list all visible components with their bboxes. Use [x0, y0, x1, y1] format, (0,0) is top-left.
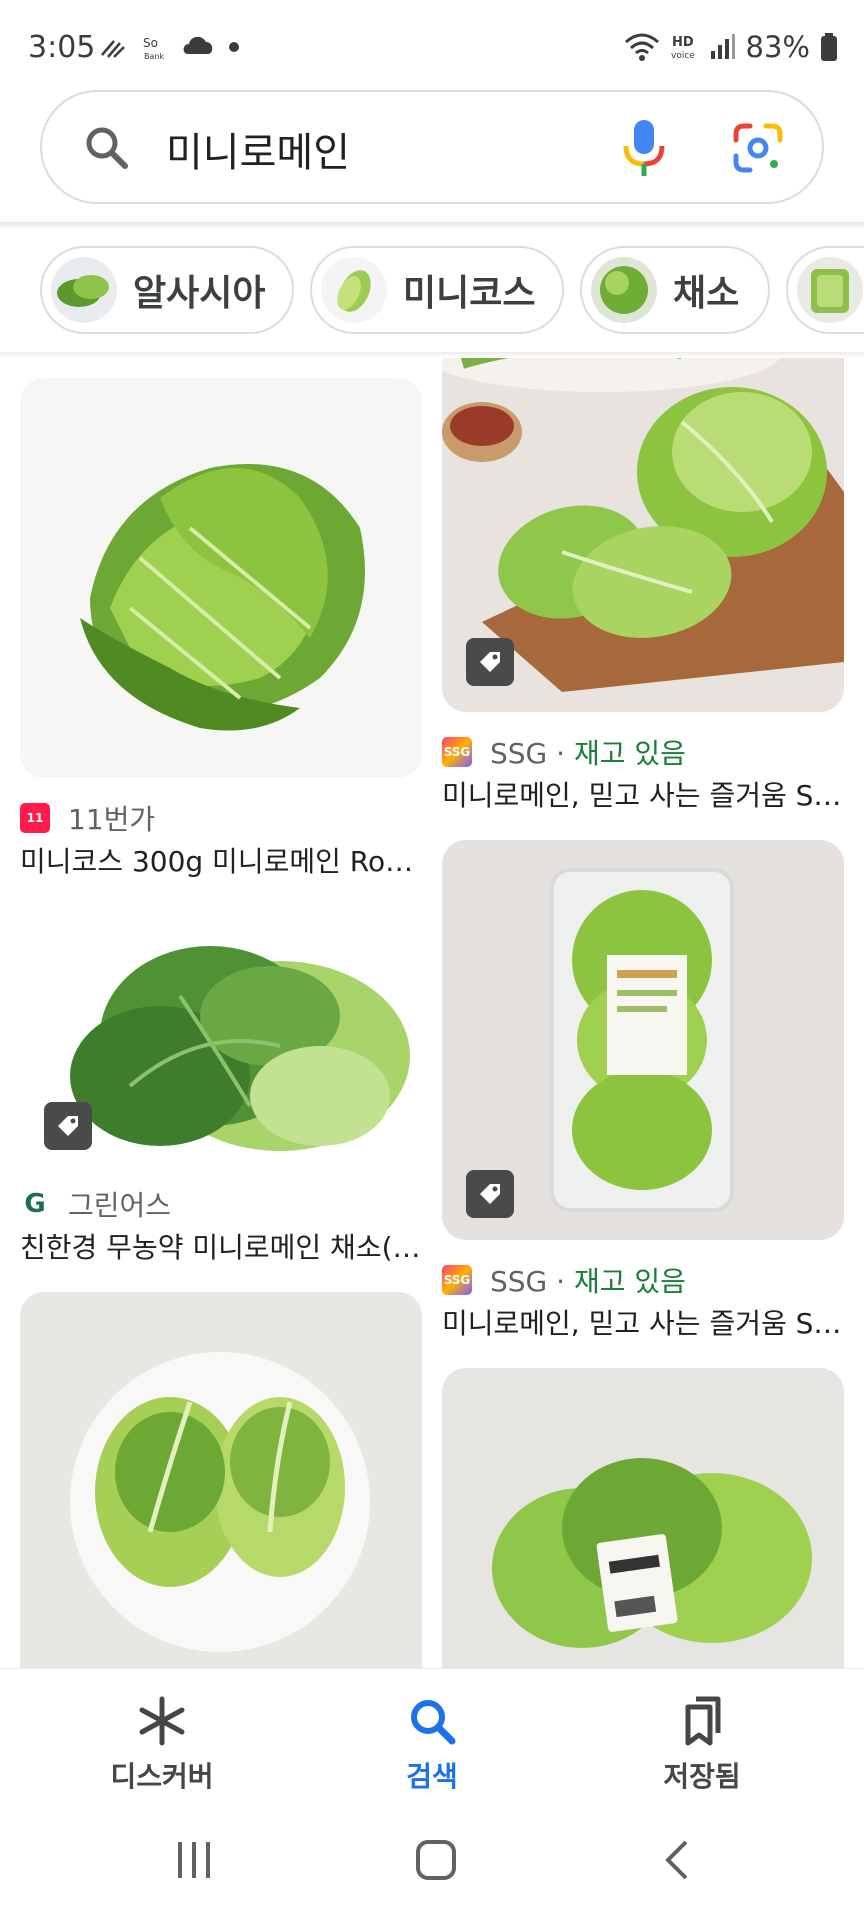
- chip-minicos[interactable]: 미니코스: [310, 246, 564, 334]
- result-source-label: SSG · 재고 있음: [490, 1260, 686, 1300]
- system-navigation-bar: [0, 1800, 864, 1920]
- chip-more[interactable]: [786, 246, 864, 334]
- result-source-label: SSG · 재고 있음: [490, 732, 686, 772]
- result-title[interactable]: 미니코스 300g 미니로메인 Ro…: [20, 840, 422, 880]
- chip-thumbnail: [321, 257, 387, 323]
- result-image-minicos[interactable]: [20, 378, 422, 778]
- separator: ·: [556, 737, 566, 770]
- ssg-logo-icon: SSG: [442, 737, 472, 767]
- dot-icon: [229, 42, 239, 52]
- status-icons-right: HD voice 83%: [624, 30, 838, 64]
- header-divider: [0, 222, 864, 228]
- google-lens-icon[interactable]: [732, 122, 784, 174]
- cell-signal-icon: [710, 34, 735, 59]
- result-source-name: 그린어스: [68, 1189, 172, 1222]
- status-bar: 3:05 So Bank HD voice 83%: [0, 0, 864, 88]
- eleven-street-logo-icon: 11: [20, 803, 50, 833]
- result-source-name: SSG: [490, 1265, 548, 1298]
- chip-vegetable[interactable]: 채소: [580, 246, 770, 334]
- nav-saved[interactable]: 저장됨: [612, 1693, 792, 1795]
- chip-thumbnail: [51, 257, 117, 323]
- home-icon[interactable]: [414, 1838, 458, 1882]
- related-chips: 알사시아 미니코스 채소: [0, 246, 864, 338]
- result-image-ssg-board[interactable]: [442, 358, 844, 712]
- stock-status: 재고 있음: [573, 737, 686, 770]
- nav-label: 디스커버: [110, 1760, 214, 1793]
- nav-label: 저장됨: [663, 1760, 741, 1793]
- chip-alsasia[interactable]: 알사시아: [40, 246, 294, 334]
- microphone-icon[interactable]: [622, 118, 666, 178]
- stock-status: 재고 있음: [573, 1265, 686, 1298]
- result-title[interactable]: 친한경 무농약 미니로메인 채소(…: [20, 1226, 422, 1266]
- chip-label: 미니코스: [403, 273, 536, 314]
- chip-thumbnail: [797, 257, 863, 323]
- greenus-logo-icon: G: [20, 1189, 50, 1219]
- status-time: 3:05: [28, 30, 96, 65]
- nav-discover[interactable]: 디스커버: [72, 1693, 252, 1795]
- result-image-bag[interactable]: [442, 1368, 844, 1668]
- hd-voice-icon: HDvoice: [671, 35, 695, 61]
- search-icon: [411, 1700, 456, 1745]
- soft-bank-icon: So Bank: [143, 36, 164, 61]
- saved-bookmarks-icon: [685, 1696, 721, 1746]
- battery-percent: 83%: [745, 30, 810, 64]
- result-source-name: 11번가: [68, 803, 156, 836]
- signal-wave-icon: [101, 40, 125, 58]
- wifi-icon: [624, 33, 659, 61]
- search-input[interactable]: 미니로메인: [166, 120, 350, 178]
- bottom-navigation: 디스커버 검색 저장됨: [0, 1668, 864, 1800]
- recent-apps-icon[interactable]: [172, 1838, 216, 1882]
- shopping-tag-icon[interactable]: [44, 1102, 92, 1150]
- image-results-grid: 11 11번가 미니코스 300g 미니로메인 Ro… G 그린어스 친한경 무…: [0, 358, 864, 1668]
- nav-search[interactable]: 검색: [342, 1693, 522, 1795]
- result-title[interactable]: 미니로메인, 믿고 사는 즐거움 S…: [442, 774, 844, 814]
- battery-icon: [821, 33, 837, 61]
- back-icon[interactable]: [656, 1838, 700, 1882]
- chip-label: 채소: [673, 273, 740, 314]
- result-image-plate[interactable]: [20, 1292, 422, 1668]
- shopping-tag-icon[interactable]: [466, 638, 514, 686]
- svg-text:So: So: [143, 36, 158, 50]
- search-icon[interactable]: [82, 123, 130, 171]
- result-image-greenus[interactable]: [20, 906, 422, 1164]
- svg-text:HD: HD: [672, 35, 694, 50]
- chip-label: 알사시아: [133, 273, 266, 314]
- shopping-tag-icon[interactable]: [466, 1170, 514, 1218]
- result-source[interactable]: G 그린어스: [20, 1184, 171, 1224]
- separator: ·: [556, 1265, 566, 1298]
- status-icons-left: So Bank: [100, 32, 240, 62]
- ssg-logo-icon: SSG: [442, 1265, 472, 1295]
- result-title[interactable]: 미니로메인, 믿고 사는 즐거움 S…: [442, 1302, 844, 1342]
- result-source[interactable]: SSG SSG · 재고 있음: [442, 732, 686, 772]
- result-image-ssg-pack[interactable]: [442, 840, 844, 1240]
- cloud-icon: [183, 36, 213, 54]
- svg-text:Bank: Bank: [144, 52, 164, 61]
- nav-label: 검색: [406, 1760, 458, 1793]
- search-bar[interactable]: 미니로메인: [40, 90, 824, 204]
- result-source[interactable]: 11 11번가: [20, 798, 155, 838]
- chip-thumbnail: [591, 257, 657, 323]
- svg-text:voice: voice: [671, 51, 695, 61]
- discover-asterisk-icon: [139, 1696, 185, 1746]
- result-source-name: SSG: [490, 737, 548, 770]
- result-source[interactable]: SSG SSG · 재고 있음: [442, 1260, 686, 1300]
